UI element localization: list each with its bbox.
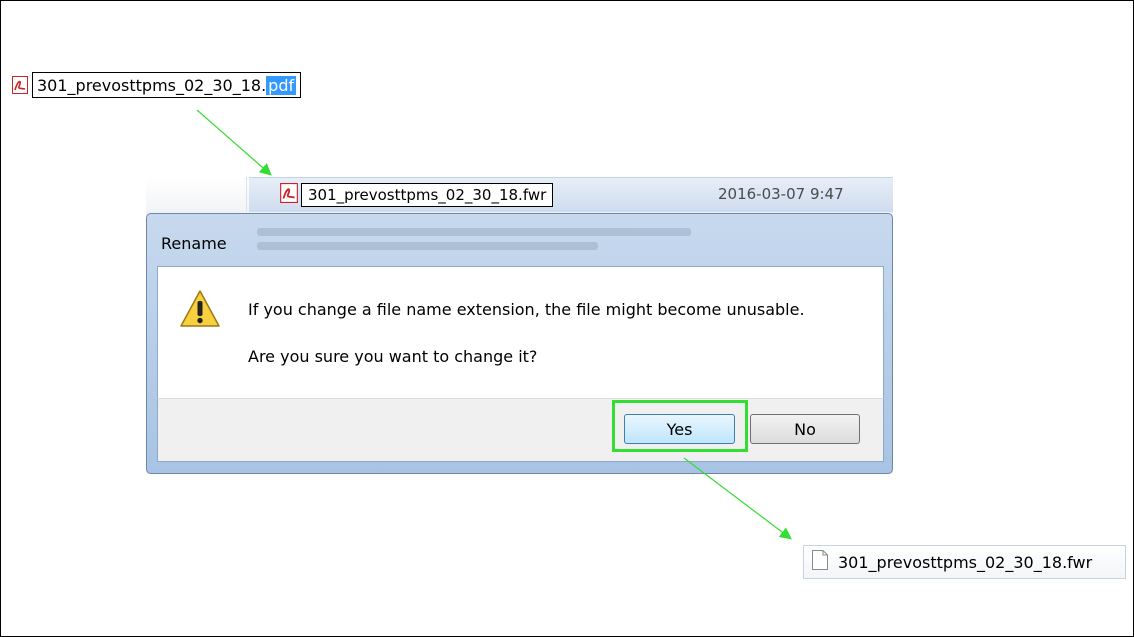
arrow-to-explorer (196, 109, 272, 176)
annotation-arrows (196, 109, 792, 540)
arrow-to-result (683, 457, 792, 540)
